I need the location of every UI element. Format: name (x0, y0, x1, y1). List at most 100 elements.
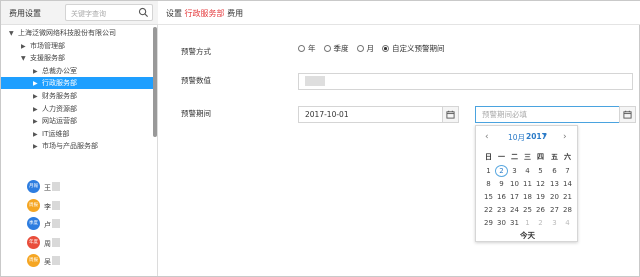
calendar-day[interactable]: 1 (521, 217, 534, 229)
end-date-input[interactable]: 预警期间必填 (475, 106, 620, 123)
value-input[interactable] (298, 73, 633, 90)
avatar[interactable]: 季度 (27, 217, 40, 231)
calendar-day[interactable]: 2 (495, 165, 508, 177)
calendar-day[interactable]: 4 (521, 165, 534, 177)
calendar-day[interactable]: 13 (548, 178, 561, 190)
calendar-day[interactable]: 21 (561, 191, 574, 203)
calendar-day[interactable]: 30 (495, 217, 508, 229)
prev-month-button[interactable]: ‹ (485, 132, 489, 142)
caret-down-icon[interactable]: ▼ (21, 53, 30, 65)
end-date-placeholder: 预警期间必填 (482, 110, 527, 119)
caret-right-icon[interactable]: ▶ (33, 129, 42, 141)
weekday-header: 四 (537, 153, 544, 161)
start-calendar-button[interactable] (442, 106, 459, 123)
avatar[interactable]: 月報 (27, 180, 40, 193)
sidebar-title: 费用设置 (9, 9, 41, 18)
tree-node-label: 人力资源部 (42, 104, 77, 113)
sidebar-scrollbar[interactable] (153, 27, 157, 137)
calendar-day[interactable]: 12 (534, 178, 547, 190)
calendar-day[interactable]: 25 (521, 204, 534, 216)
calendar-day[interactable]: 29 (482, 217, 495, 229)
tree-node[interactable]: ▶ 行政服务部 (1, 77, 153, 90)
caret-right-icon[interactable]: ▶ (33, 66, 42, 78)
calendar-day[interactable]: 24 (508, 204, 521, 216)
chevron-down-icon[interactable]: ▼ (543, 133, 547, 139)
calendar-day[interactable]: 19 (534, 191, 547, 203)
radio-label: 季度 (333, 44, 349, 53)
caret-right-icon[interactable]: ▶ (33, 78, 42, 90)
start-date-input[interactable]: 2017-10-01 (298, 106, 443, 123)
calendar-day[interactable]: 23 (495, 204, 508, 216)
calendar-day[interactable]: 4 (561, 217, 574, 229)
radio-circle[interactable] (323, 45, 331, 52)
calendar-day[interactable]: 14 (561, 178, 574, 190)
tree-node[interactable]: ▶ 市场管理部 (21, 40, 65, 52)
calendar-day[interactable]: 5 (534, 165, 547, 177)
weekday-header: 六 (564, 153, 571, 161)
person-name[interactable]: 吴 (44, 257, 51, 267)
end-calendar-button[interactable] (619, 106, 636, 123)
calendar-day[interactable]: 15 (482, 191, 495, 203)
tree-node[interactable]: ▶ 财务服务部 (33, 90, 77, 102)
calendar-day[interactable]: 18 (521, 191, 534, 203)
avatar[interactable]: 周报 (27, 254, 40, 268)
radio-circle[interactable] (298, 45, 305, 52)
calendar-day[interactable]: 8 (482, 178, 495, 190)
caret-right-icon[interactable]: ▶ (33, 141, 42, 153)
calendar-day[interactable]: 10 (508, 178, 521, 190)
calendar-day[interactable]: 9 (495, 178, 508, 190)
tree-node[interactable]: ▼ 支援服务部 (21, 52, 65, 64)
calendar-day[interactable]: 22 (482, 204, 495, 216)
calendar-day[interactable]: 16 (495, 191, 508, 203)
person-name[interactable]: 王 (44, 183, 51, 193)
person-name[interactable]: 李 (44, 202, 51, 212)
calendar-day[interactable]: 2 (534, 217, 547, 229)
calendar-day[interactable]: 26 (534, 204, 547, 216)
main-header: 设置 行政服务部 费用 (158, 1, 640, 25)
person-name[interactable]: 周 (44, 239, 51, 249)
tree-node-label: 财务服务部 (42, 92, 77, 100)
calendar-day[interactable]: 6 (548, 165, 561, 177)
caret-right-icon[interactable]: ▶ (21, 41, 30, 53)
tree-node-label: 网站运营部 (42, 117, 77, 126)
search-input[interactable]: 关键字查询 (65, 4, 153, 21)
redacted-name (52, 182, 60, 191)
avatar[interactable]: 年度 (27, 235, 40, 249)
tree-node[interactable]: ▶ 市场与产品服务部 (33, 140, 98, 152)
radio-circle[interactable] (356, 45, 364, 52)
caret-right-icon[interactable]: ▶ (33, 91, 42, 103)
tree-node-label: 支援服务部 (30, 54, 65, 63)
radio-circle[interactable] (382, 45, 389, 52)
tree-node[interactable]: ▶ 总裁办公室 (33, 65, 77, 77)
caret-right-icon[interactable]: ▶ (33, 104, 42, 116)
calendar-day[interactable]: 28 (561, 204, 574, 216)
tree-node[interactable]: ▶ 人力资源部 (33, 103, 77, 115)
method-radio[interactable]: 自定义预警期间 (382, 43, 445, 54)
calendar-day[interactable]: 20 (548, 191, 561, 203)
search-icon[interactable] (138, 7, 149, 18)
tree-node[interactable]: ▶ 网站运营部 (33, 115, 77, 127)
tree-node[interactable]: ▶ IT运维部 (33, 128, 69, 140)
avatar[interactable]: 周报 (27, 198, 40, 212)
caret-down-icon[interactable]: ▼ (9, 28, 18, 40)
calendar-day[interactable]: 17 (508, 191, 521, 203)
calendar-day[interactable]: 1 (482, 165, 495, 177)
person-name[interactable]: 卢 (44, 220, 51, 230)
calendar-day[interactable]: 31 (508, 217, 521, 229)
calendar-day[interactable]: 7 (561, 165, 574, 177)
tree-node[interactable]: ▼ 上海泛微网络科技股份有限公司 (9, 27, 116, 39)
method-radio[interactable]: 季度 (323, 43, 349, 54)
caret-right-icon[interactable]: ▶ (33, 116, 42, 128)
weekday-header: 二 (511, 153, 518, 161)
calendar-day[interactable]: 27 (548, 204, 561, 216)
month-selector[interactable]: 10月 (508, 132, 525, 143)
method-radio[interactable]: 年 (298, 43, 316, 54)
calendar-day[interactable]: 11 (521, 178, 534, 190)
calendar-day[interactable]: 3 (548, 217, 561, 229)
calendar-day[interactable]: 3 (508, 165, 521, 177)
today-button[interactable]: 今天 (520, 230, 535, 241)
sidebar-header: 费用设置 关键字查询 (1, 1, 158, 25)
next-month-button[interactable]: › (563, 132, 567, 142)
method-radio[interactable]: 月 (356, 43, 374, 54)
radio-label: 自定义预警期间 (392, 44, 445, 53)
